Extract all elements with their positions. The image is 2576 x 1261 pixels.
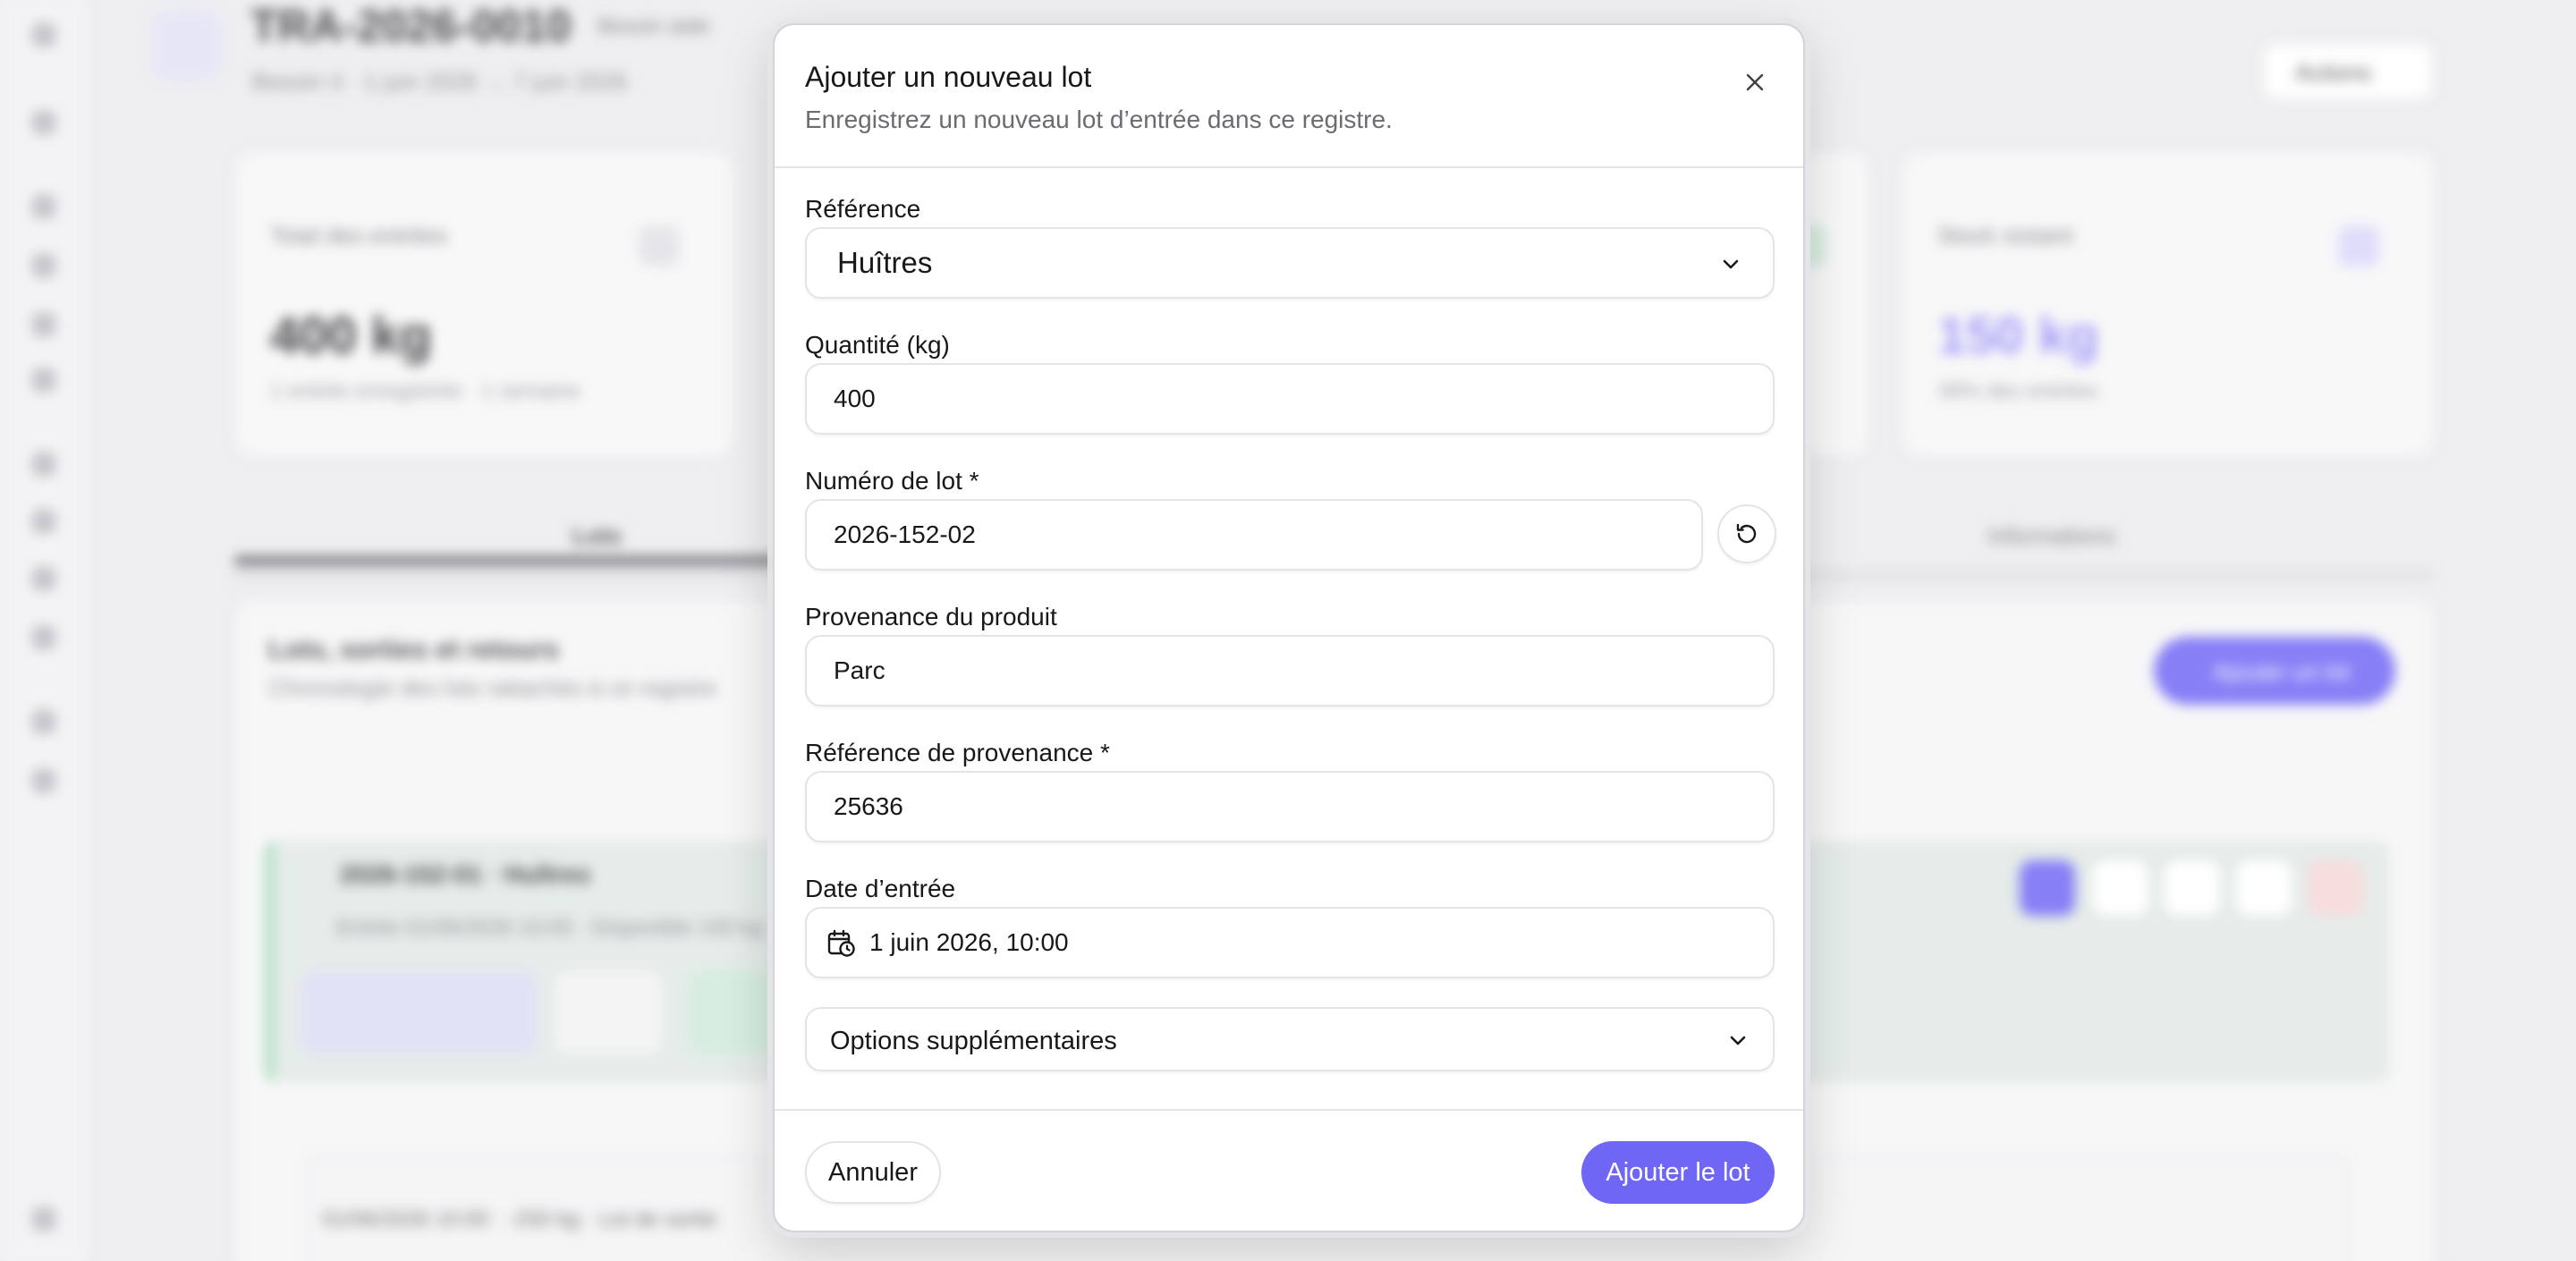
dialog-description: Enregistrez un nouveau lot d’entrée dans…	[805, 106, 1393, 133]
quantity-value: 400	[834, 385, 876, 412]
lot-number-label: Numéro de lot *	[805, 467, 979, 495]
origin-reference-value: 25636	[834, 792, 903, 820]
dialog-footer: Annuler Ajouter le lot	[775, 1109, 1803, 1231]
origin-input[interactable]: Parc	[805, 635, 1775, 707]
quantity-label: Quantité (kg)	[805, 331, 950, 359]
reference-value: Huîtres	[837, 246, 933, 279]
dialog-title: Ajouter un nouveau lot	[805, 61, 1092, 93]
origin-reference-input[interactable]: 25636	[805, 771, 1775, 842]
origin-label: Provenance du produit	[805, 603, 1057, 630]
add-lot-button[interactable]: Ajouter le lot	[1581, 1141, 1775, 1204]
regenerate-lot-number-button[interactable]	[1717, 504, 1776, 563]
reference-select[interactable]: Huîtres	[805, 227, 1775, 299]
additional-options-label: Options supplémentaires	[830, 1027, 1117, 1055]
entry-date-label: Date d’entrée	[805, 875, 956, 902]
reference-label: Référence	[805, 195, 921, 223]
calendar-clock-icon	[827, 929, 855, 957]
refresh-icon	[1736, 523, 1757, 544]
lot-number-input[interactable]: 2026-152-02	[805, 499, 1703, 571]
dialog-header: Ajouter un nouveau lot Enregistrez un no…	[775, 25, 1803, 168]
origin-value: Parc	[834, 656, 886, 684]
chevron-down-icon	[1723, 259, 1739, 269]
add-lot-dialog: Ajouter un nouveau lot Enregistrez un no…	[773, 23, 1805, 1232]
origin-reference-label: Référence de provenance *	[805, 739, 1110, 766]
entry-date-value: 1 juin 2026, 10:00	[869, 928, 1069, 956]
additional-options-toggle[interactable]: Options supplémentaires	[805, 1007, 1775, 1071]
cancel-button[interactable]: Annuler	[805, 1141, 941, 1204]
close-button[interactable]	[1733, 61, 1776, 104]
lot-number-value: 2026-152-02	[834, 520, 976, 548]
quantity-input[interactable]: 400	[805, 363, 1775, 435]
close-icon	[1746, 73, 1764, 91]
chevron-down-icon	[1730, 1036, 1746, 1045]
entry-date-picker[interactable]: 1 juin 2026, 10:00	[805, 907, 1775, 978]
